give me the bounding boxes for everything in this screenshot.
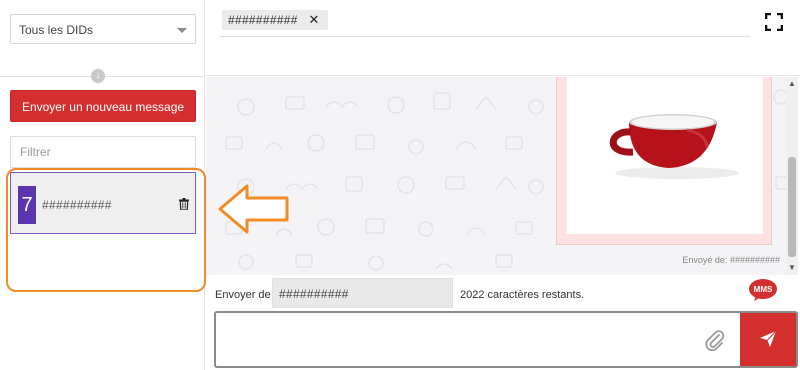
paperclip-icon[interactable]	[704, 329, 726, 351]
close-icon[interactable]: ✕	[309, 10, 320, 30]
fullscreen-icon[interactable]	[765, 13, 783, 31]
message-composer[interactable]	[214, 311, 798, 368]
did-select-value: Tous les DIDs	[19, 23, 94, 37]
app-root: Tous les DIDs ↓ Envoyer un nouveau messa…	[0, 0, 800, 370]
mms-image-frame	[567, 77, 763, 234]
characters-remaining: 2022 caractères restants.	[460, 289, 585, 301]
recipient-bar: ########## ✕	[206, 0, 800, 76]
scroll-down-arrow-icon[interactable]: ▼	[788, 263, 796, 272]
arrow-down-circle-icon[interactable]: ↓	[91, 69, 105, 83]
mms-badge[interactable]: MMS	[748, 278, 778, 302]
mms-message-bubble[interactable]	[556, 77, 772, 245]
filter-input[interactable]	[10, 136, 196, 168]
left-arrow-annotation-icon	[218, 184, 289, 234]
mms-badge-label: MMS	[754, 285, 773, 294]
mms-bubble-icon: MMS	[749, 279, 777, 301]
send-button[interactable]	[740, 313, 796, 366]
new-message-button[interactable]: Envoyer un nouveau message	[10, 90, 196, 122]
sent-from-label: Envoyé de: ##########	[682, 255, 780, 265]
recipient-tag-label: ##########	[228, 13, 298, 27]
coffee-cup-image	[609, 114, 739, 179]
highlight-annotation	[6, 168, 206, 292]
recipient-input-underline	[220, 36, 750, 37]
message-thread: Envoyé de: ##########	[206, 77, 792, 275]
thread-scrollbar[interactable]: ▲ ▼	[786, 77, 798, 275]
sender-label: Envoyer de	[215, 289, 271, 301]
sender-number-field[interactable]: ##########	[272, 278, 453, 308]
scrollbar-thumb[interactable]	[788, 157, 796, 257]
scroll-up-arrow-icon[interactable]: ▲	[788, 79, 796, 88]
recipient-tag[interactable]: ########## ✕	[222, 10, 328, 30]
did-select[interactable]: Tous les DIDs	[10, 14, 196, 44]
send-icon	[760, 330, 777, 347]
chevron-down-icon	[177, 28, 187, 33]
